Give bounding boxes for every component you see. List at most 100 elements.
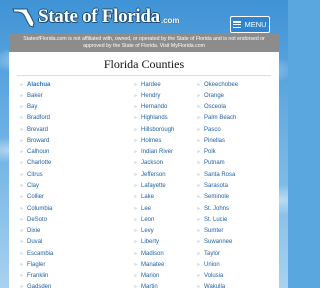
county-name: Martin xyxy=(141,284,158,288)
county-link[interactable]: » Broward xyxy=(20,135,100,146)
county-link[interactable]: » Putnam xyxy=(197,158,277,169)
county-link[interactable]: » Sarasota xyxy=(197,180,277,191)
county-link[interactable]: » Dixie xyxy=(20,225,100,236)
county-name: Clay xyxy=(27,183,40,190)
county-link[interactable]: » Orange xyxy=(197,90,277,101)
county-name: Palm Beach xyxy=(204,115,237,122)
county-link[interactable]: » Calhoun xyxy=(20,147,100,158)
county-link[interactable]: » Volusia xyxy=(197,271,277,282)
county-link[interactable]: » Alachua xyxy=(20,79,100,90)
county-link[interactable]: » DeSoto xyxy=(20,214,100,225)
county-link[interactable]: » Seminole xyxy=(197,192,277,203)
bullet-icon: » xyxy=(134,81,137,88)
county-name: Franklin xyxy=(27,273,49,280)
county-name: Dixie xyxy=(27,228,41,235)
disclaimer-banner: StateofFlorida.com is not affiliated wit… xyxy=(9,33,279,52)
county-link[interactable]: » Flagler xyxy=(20,259,100,270)
bullet-icon: » xyxy=(197,284,200,288)
county-name: Hardee xyxy=(141,81,161,88)
bullet-icon: » xyxy=(197,126,200,133)
bullet-icon: » xyxy=(20,183,23,190)
bullet-icon: » xyxy=(197,149,200,156)
county-name: Brevard xyxy=(27,126,49,133)
county-name: Collier xyxy=(27,194,45,201)
county-link[interactable]: » Okeechobee xyxy=(197,79,277,90)
county-name: Lake xyxy=(141,194,155,201)
bullet-icon: » xyxy=(197,216,200,223)
county-name: Highlands xyxy=(141,115,168,122)
county-link[interactable]: » Osceola xyxy=(197,102,277,113)
county-name: St. Lucie xyxy=(204,216,228,223)
bullet-icon: » xyxy=(134,149,137,156)
menu-button[interactable]: MENU xyxy=(230,16,270,33)
bullet-icon: » xyxy=(134,92,137,99)
bullet-icon: » xyxy=(197,183,200,190)
county-link[interactable]: » Clay xyxy=(20,180,100,191)
county-name: Bradford xyxy=(27,115,51,122)
county-link[interactable]: » Columbia xyxy=(20,203,100,214)
county-link[interactable]: » Santa Rosa xyxy=(197,169,277,180)
county-link[interactable]: » Bradford xyxy=(20,113,100,124)
county-name: Volusia xyxy=(204,273,224,280)
county-name: Okeechobee xyxy=(204,81,239,88)
county-link[interactable]: » Pasco xyxy=(197,124,277,135)
county-link[interactable]: » Citrus xyxy=(20,169,100,180)
bullet-icon: » xyxy=(197,81,200,88)
bullet-icon: » xyxy=(197,239,200,246)
bullet-icon: » xyxy=(134,183,137,190)
county-link[interactable]: » Baker xyxy=(20,90,100,101)
county-name: Leon xyxy=(141,216,155,223)
county-name: Polk xyxy=(204,149,216,156)
county-link[interactable]: » Taylor xyxy=(197,248,277,259)
county-link[interactable]: » Bay xyxy=(20,102,100,113)
county-link[interactable]: » St. Lucie xyxy=(197,214,277,225)
site-logo[interactable]: State of Florida .com xyxy=(12,3,180,31)
county-name: Pinellas xyxy=(204,137,226,144)
county-link[interactable]: » Duval xyxy=(20,237,100,248)
bullet-icon: » xyxy=(20,81,23,88)
county-link[interactable]: » Sumter xyxy=(197,225,277,236)
county-name: Calhoun xyxy=(27,149,50,156)
county-link[interactable]: » Escambia xyxy=(20,248,100,259)
bullet-icon: » xyxy=(20,205,23,212)
county-link[interactable]: » Suwannee xyxy=(197,237,277,248)
menu-label: MENU xyxy=(244,20,267,29)
bullet-icon: » xyxy=(20,149,23,156)
county-link[interactable]: » Brevard xyxy=(20,124,100,135)
bullet-icon: » xyxy=(197,104,200,111)
county-link[interactable]: » Union xyxy=(197,259,277,270)
county-name: Gadsden xyxy=(27,284,52,288)
bullet-icon: » xyxy=(20,104,23,111)
bullet-icon: » xyxy=(20,194,23,201)
county-name: Suwannee xyxy=(204,239,233,246)
logo-suffix: .com xyxy=(160,16,180,25)
florida-map-icon xyxy=(12,8,35,28)
county-link[interactable]: » Gadsden xyxy=(20,282,100,288)
county-link[interactable]: » Palm Beach xyxy=(197,113,277,124)
county-column-1: » Alachua » Baker » Bay » Bradford » Brevard » Brow… xyxy=(20,79,100,288)
bullet-icon: » xyxy=(20,171,23,178)
county-name: DeSoto xyxy=(27,216,48,223)
bullet-icon: » xyxy=(134,228,137,235)
county-name: Taylor xyxy=(204,250,221,257)
county-name: Hillsborough xyxy=(141,126,175,133)
bullet-icon: » xyxy=(134,250,137,257)
county-name: Hendry xyxy=(141,92,161,99)
county-link[interactable]: » St. Johns xyxy=(197,203,277,214)
county-link[interactable]: » Pinellas xyxy=(197,135,277,146)
county-link[interactable]: » Charlotte xyxy=(20,158,100,169)
county-name: Escambia xyxy=(27,250,54,257)
county-link[interactable]: » Polk xyxy=(197,147,277,158)
county-link[interactable]: » Wakulla xyxy=(197,282,277,288)
bullet-icon: » xyxy=(134,239,137,246)
county-link[interactable]: » Collier xyxy=(20,192,100,203)
county-link[interactable]: » Franklin xyxy=(20,271,100,282)
county-name: Sarasota xyxy=(204,183,229,190)
bullet-icon: » xyxy=(197,205,200,212)
bullet-icon: » xyxy=(197,137,200,144)
title-divider xyxy=(17,75,271,76)
county-name: Orange xyxy=(204,92,225,99)
bullet-icon: » xyxy=(20,273,23,280)
bullet-icon: » xyxy=(20,137,23,144)
county-name: Osceola xyxy=(204,104,227,111)
